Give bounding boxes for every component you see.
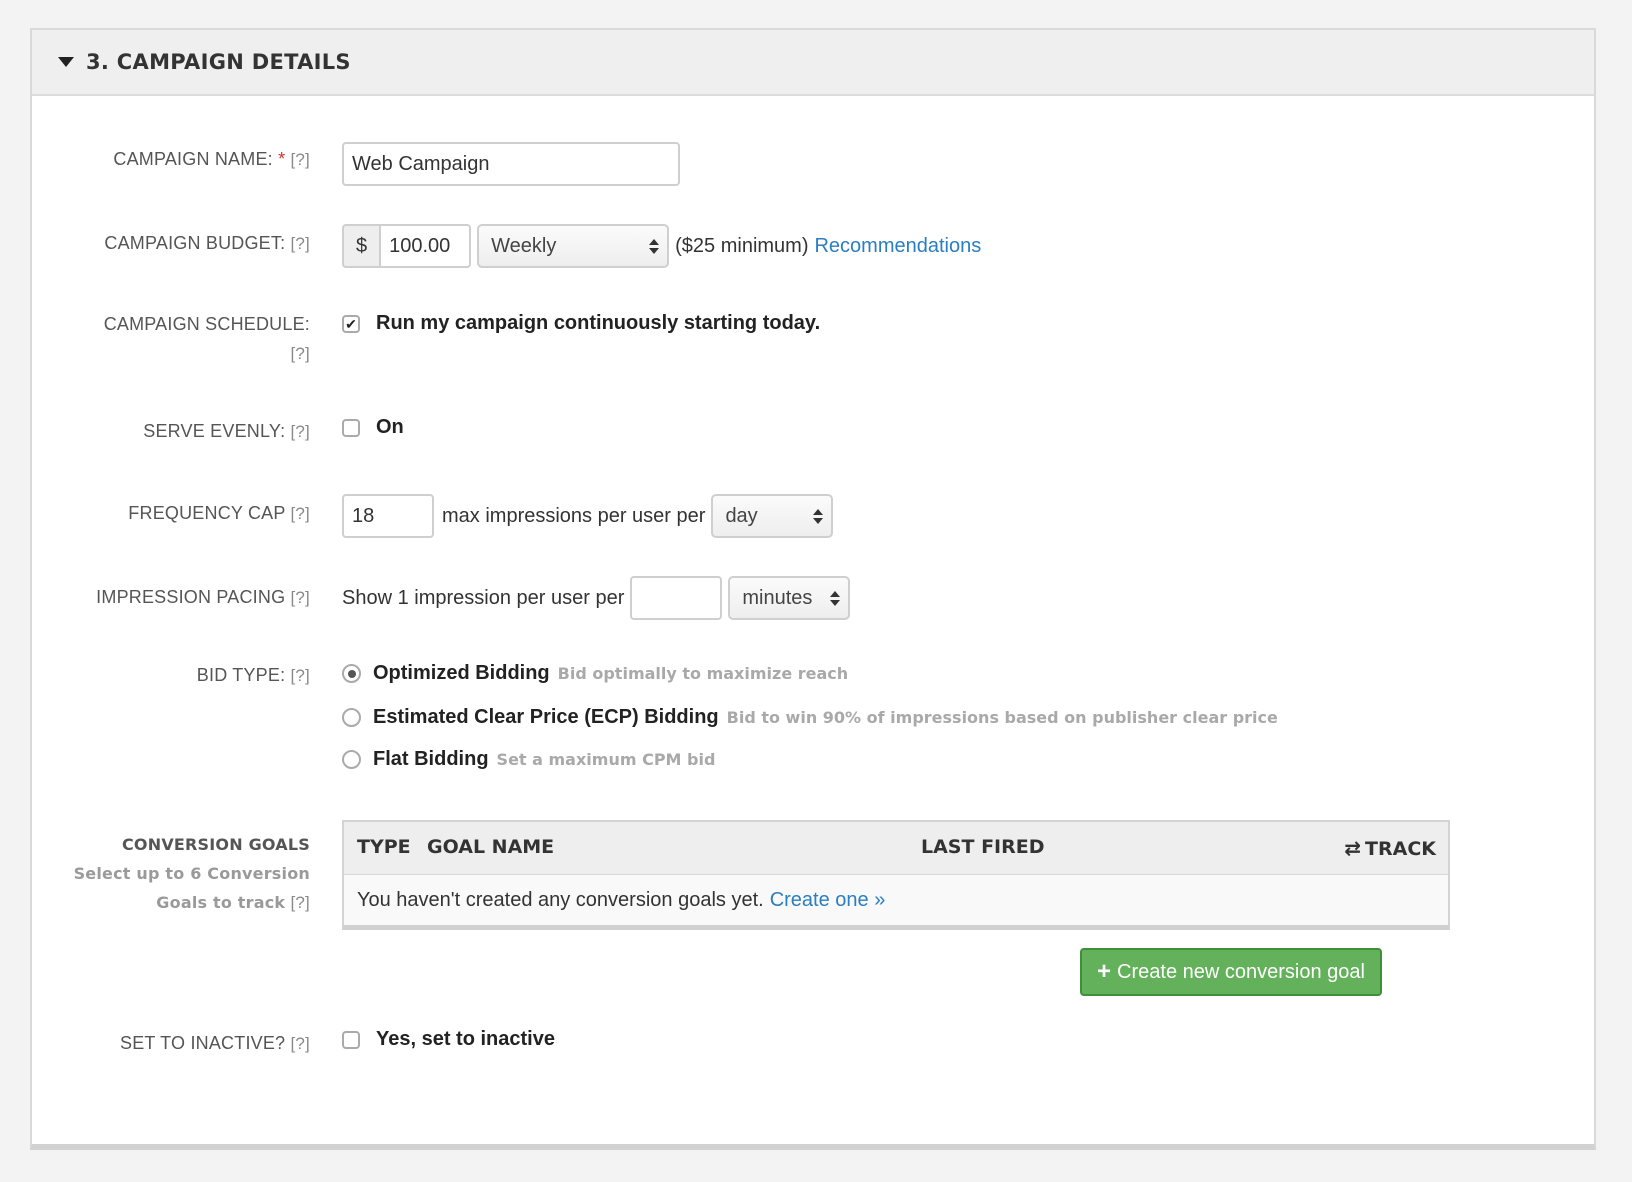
conversion-goals-label: CONVERSION GOALS Select up to 6 Conversi…: [73, 835, 310, 912]
help-link[interactable]: [?]: [290, 504, 310, 523]
frequency-cap-input[interactable]: 18: [342, 494, 434, 538]
impression-pacing-label: IMPRESSION PACING [?]: [96, 587, 310, 607]
pacing-unit-select[interactable]: minutes: [728, 576, 851, 620]
panel-header[interactable]: 3. CAMPAIGN DETAILS: [32, 30, 1594, 96]
help-link[interactable]: [?]: [290, 666, 310, 685]
select-arrows-icon: [830, 590, 841, 606]
serve-evenly-option-label[interactable]: On: [376, 416, 404, 439]
campaign-name-label: CAMPAIGN NAME: * [?]: [113, 149, 310, 169]
budget-minimum-note: ($25 minimum): [675, 234, 809, 257]
empty-goals-row: You haven't created any conversion goals…: [344, 875, 1448, 925]
serve-evenly-label: SERVE EVENLY: [?]: [143, 421, 310, 441]
column-last-fired: LAST FIRED: [921, 836, 1045, 858]
bid-type-label: BID TYPE: [?]: [196, 665, 310, 685]
required-mark: *: [278, 149, 286, 169]
serve-evenly-checkbox[interactable]: [342, 418, 360, 437]
swap-arrows-icon: ⇄: [1344, 836, 1362, 860]
budget-amount-input[interactable]: 100.00: [379, 224, 472, 268]
column-track: ⇄ TRACK: [1344, 836, 1436, 860]
select-arrows-icon: [649, 238, 660, 254]
bid-option-hint: Bid optimally to maximize reach: [557, 664, 849, 683]
campaign-budget-label: CAMPAIGN BUDGET: [?]: [104, 233, 310, 253]
frequency-cap-label: FREQUENCY CAP [?]: [128, 503, 310, 523]
bid-option-hint: Set a maximum CPM bid: [496, 750, 716, 769]
set-inactive-checkbox[interactable]: [342, 1030, 360, 1049]
impression-pacing-input[interactable]: [630, 576, 723, 620]
bid-option-ecp[interactable]: Estimated Clear Price (ECP) Bidding Bid …: [342, 706, 1278, 729]
table-header: TYPE GOAL NAME LAST FIRED ⇄ TRACK: [344, 822, 1448, 875]
caret-down-icon[interactable]: [58, 57, 74, 67]
help-link[interactable]: [?]: [290, 1034, 310, 1053]
plus-icon: +: [1097, 958, 1112, 985]
frequency-period-select[interactable]: day: [711, 494, 834, 538]
create-one-link[interactable]: Create one »: [770, 889, 886, 912]
set-inactive-option-label[interactable]: Yes, set to inactive: [376, 1028, 555, 1051]
impression-pacing-text: Show 1 impression per user per: [342, 586, 625, 609]
flat-bidding-radio[interactable]: [342, 750, 361, 769]
frequency-cap-text: max impressions per user per: [442, 504, 706, 527]
help-link[interactable]: [?]: [290, 150, 310, 169]
optimized-bidding-radio[interactable]: [342, 664, 361, 683]
bid-option-flat[interactable]: Flat Bidding Set a maximum CPM bid: [342, 748, 715, 771]
currency-addon: $: [342, 224, 380, 268]
help-link[interactable]: [?]: [290, 588, 310, 607]
set-inactive-label: SET TO INACTIVE? [?]: [120, 1033, 310, 1053]
help-link[interactable]: [?]: [290, 422, 310, 441]
help-link[interactable]: [?]: [290, 344, 310, 363]
ecp-bidding-radio[interactable]: [342, 708, 361, 727]
bid-option-hint: Bid to win 90% of impressions based on p…: [726, 708, 1278, 727]
empty-message: You haven't created any conversion goals…: [357, 888, 764, 911]
budget-period-select[interactable]: Weekly: [477, 224, 670, 268]
column-goal-name: GOAL NAME: [427, 836, 555, 858]
campaign-name-input[interactable]: Web Campaign: [342, 142, 680, 186]
recommendations-link[interactable]: Recommendations: [814, 235, 981, 258]
help-link[interactable]: [?]: [290, 234, 310, 253]
campaign-details-panel: 3. CAMPAIGN DETAILS CAMPAIGN NAME: * [?]…: [30, 28, 1596, 1150]
campaign-schedule-label: CAMPAIGN SCHEDULE: [?]: [103, 314, 310, 363]
create-conversion-goal-button[interactable]: + Create new conversion goal: [1080, 948, 1382, 996]
section-title: 3. CAMPAIGN DETAILS: [86, 50, 351, 74]
column-type: TYPE: [357, 836, 411, 858]
bid-option-optimized[interactable]: Optimized Bidding Bid optimally to maxim…: [342, 662, 848, 685]
help-link[interactable]: [?]: [290, 893, 310, 912]
run-continuously-checkbox[interactable]: ✔: [342, 314, 360, 333]
run-continuously-label[interactable]: Run my campaign continuously starting to…: [376, 312, 820, 335]
conversion-goals-table: TYPE GOAL NAME LAST FIRED ⇄ TRACK You hav…: [342, 820, 1450, 930]
select-arrows-icon: [813, 508, 824, 524]
